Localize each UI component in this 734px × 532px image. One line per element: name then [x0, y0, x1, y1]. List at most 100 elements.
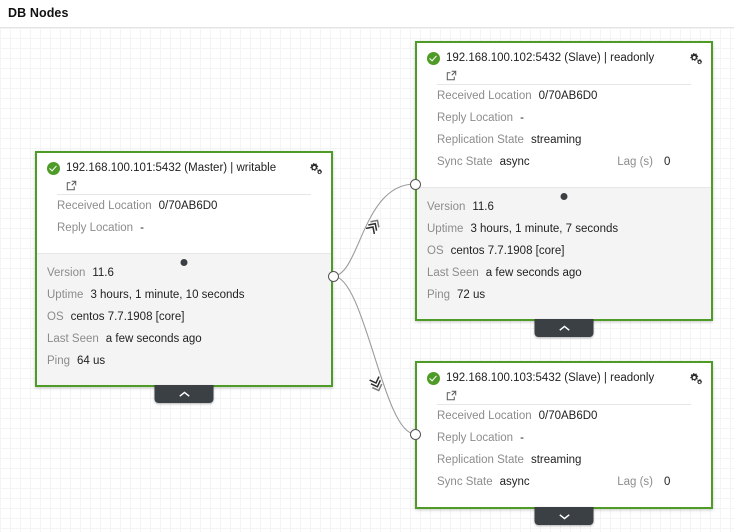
property-value: 11.6	[92, 267, 114, 279]
node-body-properties: Version 11.6 Uptime 3 hours, 1 minute, 7…	[417, 200, 711, 319]
node-port-slave-103-in[interactable]	[410, 429, 421, 440]
property-row: Reply Location -	[437, 432, 691, 454]
node-card-slave-102[interactable]: 192.168.100.102:5432 (Slave) | readonly …	[415, 41, 713, 337]
property-label: Sync State	[437, 476, 493, 488]
property-label: Ping	[47, 355, 71, 367]
node-title: 192.168.100.103:5432 (Slave) | readonly	[446, 372, 655, 384]
node-head-properties: Received Location 0/70AB6D0 Reply Locati…	[427, 85, 701, 185]
property-value: streaming	[530, 134, 582, 146]
node-card-slave-103[interactable]: 192.168.100.103:5432 (Slave) | readonly …	[415, 361, 713, 525]
edge-arrow-up	[365, 219, 380, 235]
property-row: Ping 64 us	[47, 355, 321, 377]
property-value: async	[499, 156, 530, 168]
property-value: centos 7.7.1908 [core]	[450, 245, 565, 257]
external-link-icon[interactable]	[446, 388, 457, 401]
property-value: a few seconds ago	[485, 267, 582, 279]
node-header: 192.168.100.103:5432 (Slave) | readonly …	[417, 363, 711, 507]
property-row: Uptime 3 hours, 1 minute, 7 seconds	[427, 223, 701, 245]
property-value: centos 7.7.1908 [core]	[70, 311, 185, 323]
property-label: Last Seen	[47, 333, 99, 345]
edge-master-to-slave-102	[332, 183, 416, 277]
property-row: Ping 72 us	[427, 289, 701, 311]
property-row: Last Seen a few seconds ago	[47, 333, 321, 355]
property-label: Reply Location	[57, 222, 134, 234]
check-circle-icon	[427, 52, 440, 65]
property-row: Replication State streaming	[437, 134, 691, 156]
chevron-down-icon	[558, 513, 570, 519]
property-label: Version	[427, 201, 466, 213]
node-port-master-out[interactable]	[328, 271, 339, 282]
property-value-secondary: 0	[664, 156, 671, 168]
check-circle-icon	[47, 162, 60, 175]
node-body-properties: Version 11.6 Uptime 3 hours, 1 minute, 1…	[37, 266, 331, 385]
property-row: Sync State async Lag (s) 0	[437, 156, 691, 178]
property-value: 3 hours, 1 minute, 10 seconds	[90, 289, 245, 301]
property-value: 64 us	[77, 355, 106, 367]
chevron-up-icon	[178, 391, 190, 397]
external-link-icon[interactable]	[66, 178, 77, 191]
check-circle-icon	[427, 372, 440, 385]
property-label-secondary: Lag (s)	[617, 476, 653, 488]
property-label: Last Seen	[427, 267, 479, 279]
property-row: Version 11.6	[427, 201, 701, 223]
property-label: Version	[47, 267, 86, 279]
property-value: 0/70AB6D0	[538, 90, 598, 102]
property-value: 0/70AB6D0	[538, 410, 598, 422]
property-label: Received Location	[57, 200, 152, 212]
property-label: OS	[427, 245, 444, 257]
property-label: Received Location	[437, 410, 532, 422]
property-row: Uptime 3 hours, 1 minute, 10 seconds	[47, 289, 321, 311]
node-header: 192.168.100.102:5432 (Slave) | readonly …	[417, 43, 711, 187]
header-divider	[0, 27, 734, 28]
property-value: a few seconds ago	[105, 333, 202, 345]
property-value: 72 us	[457, 289, 486, 301]
property-value: 3 hours, 1 minute, 7 seconds	[470, 223, 619, 235]
node-port-slave-102-in[interactable]	[410, 179, 421, 190]
node-header: 192.168.100.101:5432 (Master) | writable	[37, 153, 331, 253]
property-label: Uptime	[47, 289, 84, 301]
property-row: Received Location 0/70AB6D0	[437, 410, 691, 432]
property-value-secondary: 0	[664, 476, 671, 488]
expand-toggle-slave-103[interactable]	[534, 507, 594, 525]
external-link-icon[interactable]	[446, 68, 457, 81]
property-label: Reply Location	[437, 432, 514, 444]
property-label: Uptime	[427, 223, 464, 235]
property-value: 11.6	[472, 201, 494, 213]
property-row: Reply Location -	[437, 112, 691, 134]
node-body-handle-dot	[180, 259, 188, 266]
property-value: async	[499, 476, 530, 488]
node-head-properties: Received Location 0/70AB6D0 Reply Locati…	[47, 195, 321, 251]
property-row: Replication State streaming	[437, 454, 691, 476]
graph-canvas[interactable]: 192.168.100.101:5432 (Master) | writable	[0, 28, 734, 532]
page-title: DB Nodes	[8, 6, 69, 20]
node-body-handle-dot	[560, 193, 568, 200]
property-row: Reply Location -	[57, 222, 311, 244]
edge-arrow-down	[369, 376, 383, 392]
chevron-up-icon	[558, 325, 570, 331]
property-label: Replication State	[437, 134, 524, 146]
property-row: OS centos 7.7.1908 [core]	[47, 311, 321, 333]
node-card-master[interactable]: 192.168.100.101:5432 (Master) | writable	[35, 151, 333, 403]
property-label: OS	[47, 311, 64, 323]
property-value: 0/70AB6D0	[158, 200, 218, 212]
property-row: Version 11.6	[47, 267, 321, 289]
property-value: -	[520, 112, 524, 124]
cogs-icon[interactable]	[688, 371, 703, 385]
node-title: 192.168.100.102:5432 (Slave) | readonly	[446, 52, 655, 64]
node-head-properties: Received Location 0/70AB6D0 Reply Locati…	[427, 405, 701, 505]
collapse-toggle-master[interactable]	[154, 385, 214, 403]
property-label-secondary: Lag (s)	[617, 156, 653, 168]
property-row: Received Location 0/70AB6D0	[57, 200, 311, 222]
node-body: Version 11.6 Uptime 3 hours, 1 minute, 7…	[417, 187, 711, 319]
edge-master-to-slave-103	[332, 275, 416, 435]
property-row: Last Seen a few seconds ago	[427, 267, 701, 289]
cogs-icon[interactable]	[688, 51, 703, 65]
property-value: -	[520, 432, 524, 444]
node-body: Version 11.6 Uptime 3 hours, 1 minute, 1…	[37, 253, 331, 385]
property-value: -	[140, 222, 144, 234]
property-row: Received Location 0/70AB6D0	[437, 90, 691, 112]
cogs-icon[interactable]	[308, 161, 323, 175]
property-row: OS centos 7.7.1908 [core]	[427, 245, 701, 267]
collapse-toggle-slave-102[interactable]	[534, 319, 594, 337]
property-label: Reply Location	[437, 112, 514, 124]
